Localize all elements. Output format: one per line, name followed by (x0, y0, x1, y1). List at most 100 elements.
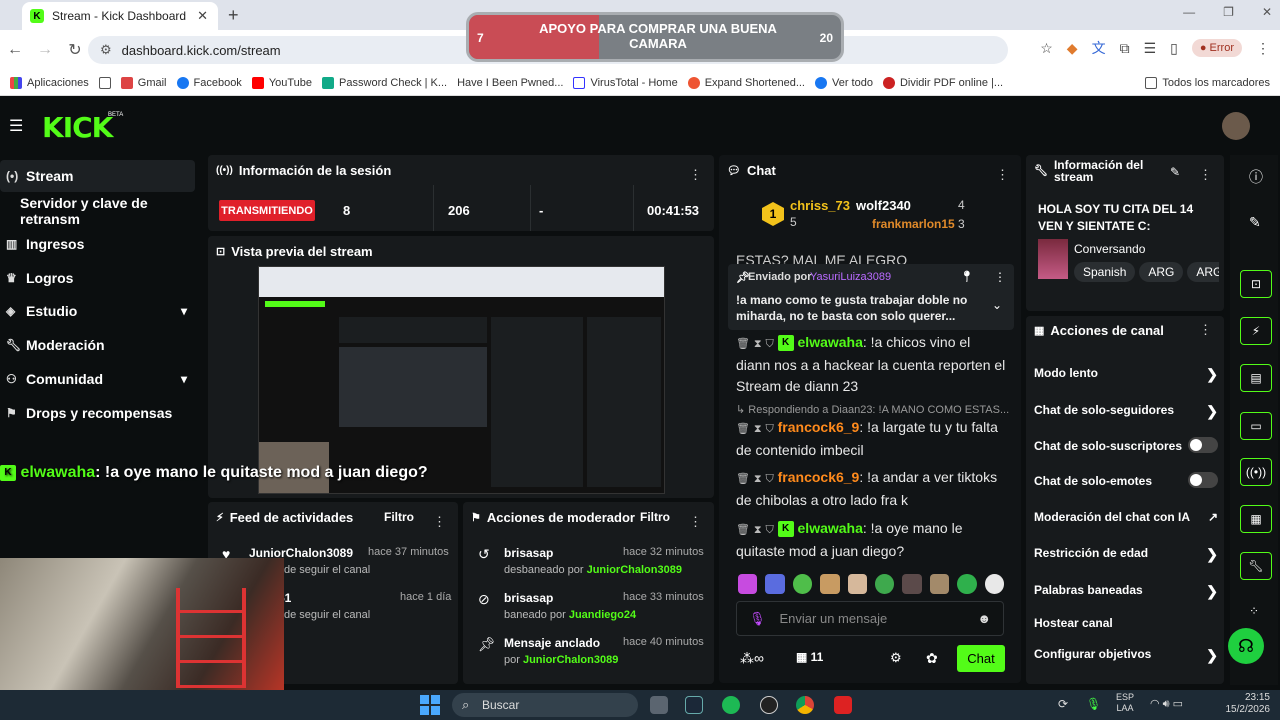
chat-message[interactable]: 🗑︎ ⧗ ⛉ francock6_9: !a andar a ver tikto… (736, 467, 1008, 511)
channel-menu-icon[interactable]: ⋮ (1199, 322, 1212, 338)
menu-hamburger-icon[interactable]: ☰ (9, 116, 23, 136)
edit-icon[interactable]: ✎ (1249, 214, 1261, 231)
clock[interactable]: 23:15 15/2/2026 (1222, 692, 1271, 716)
browser-tab[interactable]: K Stream - Kick Dashboard ✕ (22, 2, 218, 30)
category-thumbnail[interactable] (1038, 239, 1068, 279)
bookmark-expand[interactable]: Expand Shortened... (678, 76, 805, 89)
apps-dots-icon[interactable]: ⁘ (1249, 604, 1259, 618)
close-window-icon[interactable]: ✕ (1262, 5, 1272, 19)
chat-menu-icon[interactable]: ⋮ (996, 167, 1009, 183)
chat-message[interactable]: 🗑︎ ⧗ ⛉ K elwawaha: !a chicos vino el dia… (736, 332, 1008, 397)
streaminfo-menu-icon[interactable]: ⋮ (1199, 167, 1212, 183)
rail-info-icon[interactable]: ▤ (1240, 364, 1272, 392)
rail-preview-icon[interactable]: ⊡ (1240, 270, 1272, 298)
language-indicator[interactable]: ESP LAA (1116, 692, 1134, 714)
chat-input[interactable]: 🎙︎ Enviar un mensaje ☻ (736, 601, 1004, 636)
kick-logo[interactable]: KICK (42, 111, 113, 144)
pinned-message[interactable]: 📌︎ Enviado por YasuriLuiza3089 📍︎ ⋮ !a m… (728, 264, 1014, 330)
list-item[interactable]: ↺ brisasap hace 32 minutos desbaneado po… (478, 546, 704, 576)
bookmark-grid[interactable] (89, 76, 111, 89)
bookmark-pdf[interactable]: Dividir PDF online |... (873, 76, 1003, 89)
emote-icon[interactable] (984, 574, 1005, 594)
taskbar-search[interactable]: ⌕ Buscar (452, 693, 638, 717)
info-icon[interactable]: ⓘ (1249, 167, 1263, 187)
pinned-user[interactable]: YasuriLuiza3089 (810, 271, 891, 283)
category-name[interactable]: Conversando (1074, 242, 1145, 256)
emote-icon[interactable] (875, 574, 895, 594)
emote-icon[interactable] (792, 574, 813, 594)
windows-start-icon[interactable] (420, 695, 440, 715)
sidebar-item-stream[interactable]: (•) Stream (0, 160, 195, 192)
bookmark-password-check[interactable]: Password Check | K... (312, 76, 447, 89)
sidebar-item-server-key[interactable]: Servidor y clave de retransm (0, 195, 208, 227)
bookmark-gmail[interactable]: Gmail (111, 76, 167, 89)
chat-username[interactable]: elwawaha (798, 334, 863, 350)
goals-row[interactable]: Configurar objetivos ❯ (1034, 647, 1218, 663)
emote-icon[interactable] (738, 574, 758, 594)
chrome-icon[interactable] (796, 696, 814, 714)
sidebar-item-logros[interactable]: ♛ Logros (0, 262, 195, 294)
top-chatter-2[interactable]: wolf2340 (856, 198, 911, 213)
bookmark-all[interactable]: Todos los marcadores (1135, 76, 1270, 89)
emotes-only-row[interactable]: Chat de solo-emotes (1034, 472, 1218, 488)
pinned-menu-icon[interactable]: ⋮ (994, 270, 1006, 284)
translate-icon[interactable]: 文 (1092, 38, 1106, 58)
bookmark-aplicaciones[interactable]: Aplicaciones (0, 76, 89, 89)
banned-words-row[interactable]: Palabras baneadas ❯ (1034, 583, 1218, 599)
chat-username[interactable]: francock6_9 (778, 419, 860, 435)
profile-error-button[interactable]: ● Error (1191, 39, 1242, 57)
delete-icon[interactable]: 🗑︎ (736, 338, 750, 350)
activity-filter-button[interactable]: Filtro (384, 510, 414, 524)
list-item[interactable]: 📌︎ Mensaje anclado hace 40 minutos por J… (478, 636, 704, 666)
modactions-filter-button[interactable]: Filtro (640, 510, 670, 524)
delete-icon[interactable]: 🗑︎ (736, 473, 750, 485)
edit-pencil-icon[interactable]: ✎ (1170, 165, 1180, 179)
timeout-icon[interactable]: ⧗ (754, 473, 762, 485)
sidebar-item-comunidad[interactable]: ⚇ Comunidad ▾ (0, 363, 195, 395)
ai-moderation-row[interactable]: Moderación del chat con IA ↗ (1034, 510, 1218, 524)
avatar[interactable] (1222, 112, 1250, 140)
activity-menu-icon[interactable]: ⋮ (433, 514, 446, 530)
bookmark-hibp[interactable]: Have I Been Pwned... (447, 77, 563, 89)
bookmark-ver-todo[interactable]: Ver todo (805, 76, 873, 89)
chat-username[interactable]: elwawaha (798, 520, 863, 536)
sidebar-item-moderacion[interactable]: 🔧︎ Moderación (0, 329, 195, 361)
emote-icon[interactable] (820, 574, 840, 594)
host-channel-row[interactable]: Hostear canal (1034, 616, 1218, 630)
session-menu-icon[interactable]: ⋮ (689, 167, 702, 183)
bookmark-youtube[interactable]: YouTube (242, 76, 312, 89)
task-view-icon[interactable] (650, 696, 668, 714)
settings-gear-icon[interactable]: ⚙ (890, 650, 902, 666)
support-headset-icon[interactable]: ☊ (1228, 628, 1264, 664)
emote-icon[interactable] (929, 574, 950, 594)
rail-channel-icon[interactable]: ▦ (1240, 505, 1272, 533)
sidebar-item-ingresos[interactable]: ▥ Ingresos (0, 228, 195, 260)
minimize-icon[interactable]: — (1183, 5, 1195, 19)
timeout-icon[interactable]: ⧗ (754, 338, 762, 350)
tag-badge[interactable]: ARG (1187, 262, 1219, 282)
top-chatter-1[interactable]: chriss_73 (790, 198, 850, 213)
spotify-icon[interactable] (722, 696, 740, 714)
microphone-icon[interactable]: 🎙︎ (749, 611, 766, 627)
timeout-icon[interactable]: ⧗ (754, 524, 762, 536)
slow-mode-row[interactable]: Modo lento ❯ (1034, 366, 1218, 382)
unpin-icon[interactable]: 📍︎ (960, 270, 974, 283)
emote-icon[interactable] (765, 574, 785, 594)
rail-chat-icon[interactable]: ▭ (1240, 412, 1272, 440)
top-chatter-3[interactable]: frankmarlon15 (872, 217, 955, 231)
emotes-only-toggle[interactable] (1188, 472, 1218, 488)
list-item[interactable]: ⊘ brisasap hace 33 minutos baneado por J… (478, 591, 704, 621)
delete-icon[interactable]: 🗑︎ (736, 423, 750, 435)
steam-icon[interactable] (685, 696, 703, 714)
send-chat-button[interactable]: Chat (957, 645, 1005, 672)
emote-picker-icon[interactable]: ✿ (926, 650, 938, 667)
maximize-icon[interactable]: ❐ (1223, 5, 1234, 19)
subs-only-toggle[interactable] (1188, 437, 1218, 453)
tag-badge[interactable]: Spanish (1074, 262, 1136, 282)
menu-kebab-icon[interactable]: ⋮ (1256, 40, 1270, 57)
obs-icon[interactable] (760, 696, 778, 714)
chat-message[interactable]: 🗑︎ ⧗ ⛉ K elwawaha: !a oye mano le quitas… (736, 518, 1008, 562)
emote-icon[interactable] (957, 574, 977, 594)
tray-sync-icon[interactable]: ⟳ (1058, 697, 1068, 711)
emote-icon[interactable] (847, 574, 868, 594)
